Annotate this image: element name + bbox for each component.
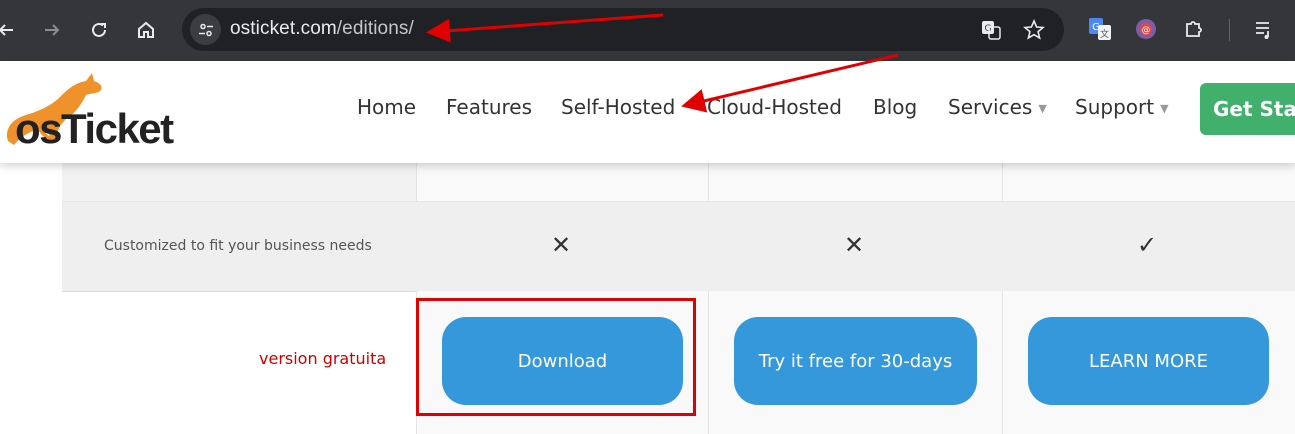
home-icon[interactable] bbox=[130, 14, 162, 46]
chevron-down-icon: ▼ bbox=[1160, 102, 1169, 115]
nav-services-label: Services bbox=[948, 95, 1033, 119]
nav-services[interactable]: Services ▼ bbox=[948, 95, 1047, 119]
annotation-highlight-box bbox=[416, 298, 696, 416]
svg-text:文: 文 bbox=[1100, 28, 1109, 40]
check-icon: ✓ bbox=[1137, 231, 1158, 259]
editions-comparison-table: Customized to fit your business needs ✕ … bbox=[0, 163, 1295, 434]
row-divider bbox=[62, 201, 1295, 202]
free-trial-button[interactable]: Try it free for 30-days bbox=[734, 317, 977, 405]
site-header: osTicket Home Features Self-Hosted Cloud… bbox=[0, 61, 1295, 163]
nav-cloud-hosted[interactable]: Cloud-Hosted bbox=[707, 95, 842, 119]
nav-support-label: Support bbox=[1075, 95, 1155, 119]
forward-icon[interactable] bbox=[36, 14, 68, 46]
reload-icon[interactable] bbox=[83, 14, 115, 46]
nav-home[interactable]: Home bbox=[357, 95, 416, 119]
address-bar[interactable]: osticket.com/editions/ G bbox=[182, 8, 1064, 51]
browser-toolbar: osticket.com/editions/ G G文 @ bbox=[0, 0, 1295, 61]
logo-text: osTicket bbox=[15, 105, 174, 152]
get-started-button[interactable]: Get Star bbox=[1200, 83, 1295, 135]
svg-text:@: @ bbox=[1142, 26, 1151, 36]
toolbar-separator bbox=[1229, 19, 1230, 41]
puzzle-extensions-icon[interactable] bbox=[1181, 16, 1207, 42]
nav-features[interactable]: Features bbox=[446, 95, 532, 119]
url-text[interactable]: osticket.com/editions/ bbox=[230, 18, 414, 40]
url-host: osticket.com bbox=[230, 18, 337, 39]
svg-text:G: G bbox=[985, 24, 992, 34]
media-queue-icon[interactable] bbox=[1251, 16, 1277, 42]
learn-more-button[interactable]: LEARN MORE bbox=[1028, 317, 1269, 405]
nav-blog[interactable]: Blog bbox=[873, 95, 917, 119]
cross-icon: ✕ bbox=[844, 231, 865, 259]
site-info-icon[interactable] bbox=[190, 14, 221, 45]
translate-icon[interactable]: G bbox=[979, 18, 1003, 42]
back-icon[interactable] bbox=[0, 14, 22, 46]
extension-icon[interactable]: @ bbox=[1133, 16, 1159, 42]
feature-label: Customized to fit your business needs bbox=[104, 238, 372, 254]
google-translate-extension-icon[interactable]: G文 bbox=[1087, 16, 1113, 42]
cross-icon: ✕ bbox=[551, 231, 572, 259]
chevron-down-icon: ▼ bbox=[1038, 102, 1047, 115]
url-path: /editions/ bbox=[336, 18, 414, 39]
nav-self-hosted[interactable]: Self-Hosted bbox=[561, 95, 675, 119]
bookmark-star-icon[interactable] bbox=[1022, 18, 1046, 42]
osticket-logo[interactable]: osTicket bbox=[0, 67, 220, 159]
nav-support[interactable]: Support ▼ bbox=[1075, 95, 1169, 119]
annotation-label: version gratuita bbox=[259, 349, 387, 368]
